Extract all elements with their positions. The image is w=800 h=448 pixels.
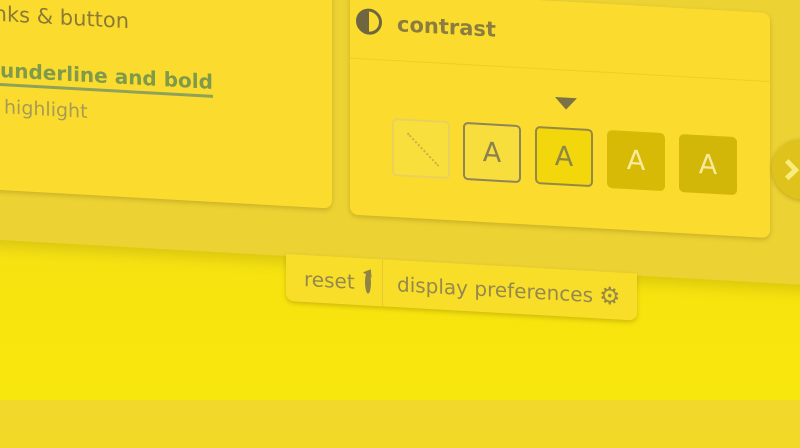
display-preferences-label: display preferences [397, 271, 593, 307]
selected-indicator-icon [555, 97, 577, 111]
contrast-option-light-on-gold[interactable]: A [607, 129, 665, 192]
contrast-panel: contrast A A A A [350, 0, 770, 239]
contrast-header: contrast [350, 0, 770, 83]
contrast-icon [356, 7, 382, 36]
links-panel: links & button underline and bold highli… [0, 0, 332, 209]
contrast-title: contrast [397, 12, 496, 42]
highlight-option[interactable]: highlight [4, 96, 88, 123]
reset-label: reset [304, 266, 355, 294]
contrast-option-dark-on-light[interactable]: A [463, 121, 521, 184]
contrast-option-light-on-olive[interactable]: A [679, 133, 737, 196]
contrast-option-default[interactable] [392, 117, 450, 180]
contrast-option-dark-on-yellow[interactable]: A [535, 125, 593, 188]
reset-icon [364, 270, 371, 294]
preferences-scene: links & button underline and bold highli… [0, 0, 800, 445]
underline-bold-option[interactable]: underline and bold [0, 58, 213, 98]
reset-button[interactable]: reset [286, 254, 382, 306]
chevron-right-icon [777, 158, 800, 180]
links-panel-heading: links & button [0, 0, 130, 34]
gear-icon: ⚙ [599, 280, 621, 311]
